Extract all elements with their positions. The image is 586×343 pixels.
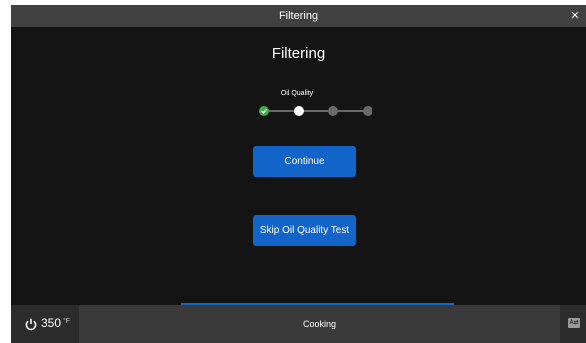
step-pending [363, 106, 372, 116]
step-label: Oil Quality [280, 90, 314, 97]
footer-bar: 350 °F Cooking A⇄ [11, 305, 586, 343]
window-title: Filtering [278, 10, 319, 22]
step-done [259, 106, 269, 116]
temperature-value: 350 [41, 316, 62, 330]
continue-button[interactable]: Continue [253, 146, 356, 177]
temperature-unit: °F [63, 318, 71, 325]
progress-stepper [259, 106, 372, 116]
skip-oil-quality-test-button[interactable]: Skip Oil Quality Test [253, 215, 356, 246]
temperature-control[interactable]: 350 °F [11, 305, 79, 343]
app-screen: Filtering × Filtering Oil Quality Contin… [11, 5, 586, 343]
close-icon[interactable]: × [567, 5, 583, 27]
power-icon[interactable] [25, 318, 37, 331]
step-current [294, 106, 304, 116]
mode-label[interactable]: Cooking [79, 305, 560, 343]
check-circle-icon [259, 106, 269, 116]
title-bar: Filtering × [11, 5, 586, 27]
keyboard-icon-label: A⇄ [569, 320, 579, 326]
step-pending [328, 106, 338, 116]
keyboard-icon[interactable]: A⇄ [568, 318, 580, 328]
page-title: Filtering [271, 45, 326, 62]
keyboard-button[interactable]: A⇄ [560, 305, 586, 343]
